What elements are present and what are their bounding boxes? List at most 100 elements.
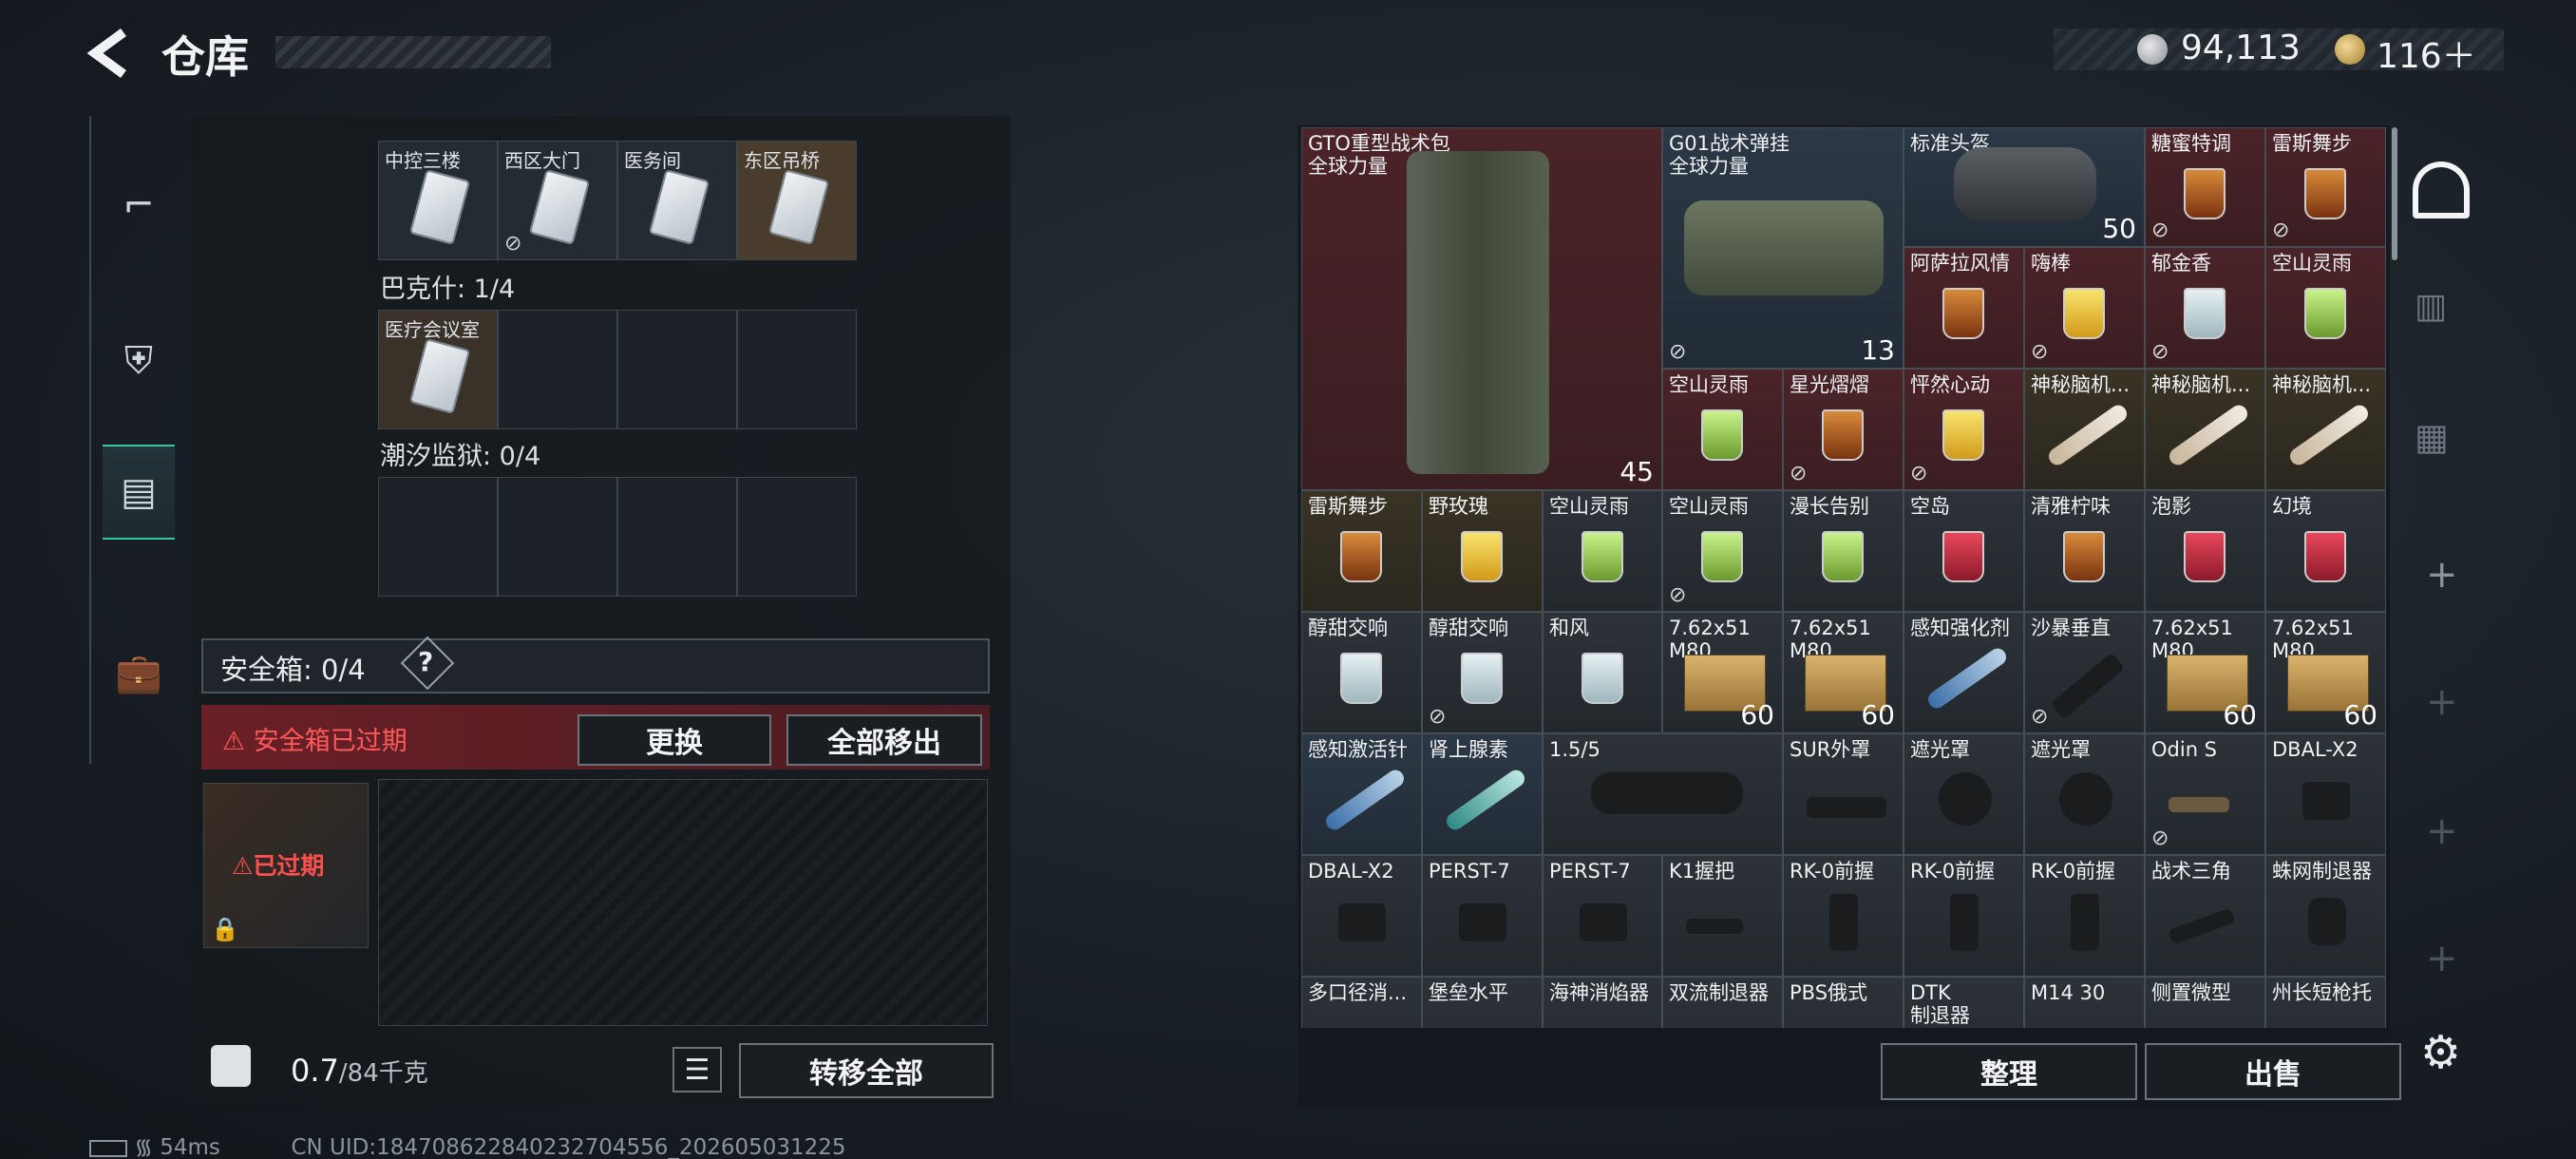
nav-backpack-icon[interactable]: ▤: [103, 445, 175, 540]
list-icon[interactable]: ☰: [672, 1047, 722, 1092]
storage-scrollbar[interactable]: [2392, 127, 2397, 260]
storage-item[interactable]: RK-0前握: [2024, 855, 2145, 977]
wifi-icon: ᯾: [134, 1135, 153, 1159]
storage-tab-icon[interactable]: ▥: [2415, 287, 2447, 326]
keycard-item[interactable]: 医务间: [617, 141, 737, 260]
keycard-item[interactable]: 东区吊桥: [737, 141, 857, 260]
storage-item[interactable]: 空山灵雨: [1662, 369, 1783, 490]
storage-item[interactable]: 怦然心动 ⊘: [1904, 369, 2024, 490]
storage-item[interactable]: 阿萨拉风情: [1904, 247, 2024, 369]
storage-item[interactable]: SUR外罩: [1783, 733, 1904, 855]
empty-slot[interactable]: [737, 477, 857, 597]
storage-item[interactable]: 星光熠熠 ⊘: [1783, 369, 1904, 490]
empty-slot[interactable]: [378, 477, 498, 597]
storage-item[interactable]: 醇甜交响: [1301, 612, 1422, 733]
storage-item[interactable]: 海神消焰器: [1543, 977, 1662, 1028]
storage-item[interactable]: 战术三角: [2145, 855, 2265, 977]
storage-item[interactable]: RK-0前握: [1783, 855, 1904, 977]
empty-slot[interactable]: [617, 477, 737, 597]
storage-item[interactable]: 肾上腺素: [1422, 733, 1543, 855]
empty-slot[interactable]: [617, 310, 737, 429]
storage-item[interactable]: PERST-7: [1422, 855, 1543, 977]
back-arrow-icon[interactable]: [84, 27, 141, 80]
nav-briefcase-icon[interactable]: 💼: [103, 625, 175, 720]
uid-readout: CN UID:184708622840232704556_20260503122…: [291, 1135, 846, 1159]
battery-icon: [89, 1139, 127, 1157]
storage-item[interactable]: 神秘脑机...: [2265, 369, 2386, 490]
transfer-all-button[interactable]: 转移全部: [739, 1043, 994, 1098]
storage-item[interactable]: PBS俄式: [1783, 977, 1904, 1028]
storage-item[interactable]: Odin S ⊘: [2145, 733, 2265, 855]
storage-item[interactable]: 嗨棒 ⊘: [2024, 247, 2145, 369]
keycard-item[interactable]: 中控三楼: [378, 141, 498, 260]
replace-button[interactable]: 更换: [578, 714, 771, 766]
nav-weapon-icon[interactable]: ⌐: [103, 158, 175, 253]
nav-armor-icon[interactable]: ⛨: [103, 314, 175, 408]
empty-slot[interactable]: [737, 310, 857, 429]
storage-item[interactable]: 醇甜交响 ⊘: [1422, 612, 1543, 733]
storage-item[interactable]: 遮光罩: [1904, 733, 2024, 855]
add-tab-icon[interactable]: +: [2426, 680, 2458, 724]
storage-item[interactable]: 1.5/5: [1543, 733, 1783, 855]
storage-item[interactable]: 标准头盔 50: [1904, 127, 2145, 247]
move-all-out-button[interactable]: 全部移出: [786, 714, 982, 766]
storage-item[interactable]: 漫长告别: [1783, 490, 1904, 612]
storage-item[interactable]: GTO重型战术包 全球力量 45: [1301, 127, 1662, 490]
storage-item[interactable]: DBAL-X2: [1301, 855, 1422, 977]
storage-item[interactable]: 蛛网制退器: [2265, 855, 2386, 977]
storage-item[interactable]: 空山灵雨: [2265, 247, 2386, 369]
storage-item[interactable]: K1握把: [1662, 855, 1783, 977]
sell-button[interactable]: 出售: [2145, 1043, 2401, 1100]
coin-icon: [2137, 34, 2168, 65]
storage-item[interactable]: 泡影: [2145, 490, 2265, 612]
storage-item[interactable]: 神秘脑机...: [2024, 369, 2145, 490]
storage-item[interactable]: 遮光罩: [2024, 733, 2145, 855]
storage-item[interactable]: 糖蜜特调 ⊘: [2145, 127, 2265, 247]
storage-item[interactable]: PERST-7: [1543, 855, 1662, 977]
storage-item[interactable]: 郁金香 ⊘: [2145, 247, 2265, 369]
storage-item[interactable]: 空山灵雨: [1543, 490, 1662, 612]
storage-item[interactable]: 雷斯舞步 ⊘: [2265, 127, 2386, 247]
premium-amount[interactable]: 116＋: [2377, 28, 2476, 78]
storage-item[interactable]: 野玫瑰: [1422, 490, 1543, 612]
storage-item[interactable]: 堡垒水平: [1422, 977, 1543, 1028]
gear-icon[interactable]: ⚙: [2420, 1026, 2461, 1079]
premium-currency-icon: [2335, 34, 2365, 65]
empty-slot[interactable]: [498, 310, 617, 429]
storage-item[interactable]: 侧置微型: [2145, 977, 2265, 1028]
status-bar: ᯾ 54ms CN UID:184708622840232704556_2026…: [89, 1130, 846, 1159]
storage-item[interactable]: G01战术弹挂 全球力量 ⊘ 13: [1662, 127, 1904, 369]
storage-item[interactable]: 感知强化剂: [1904, 612, 2024, 733]
safe-box-grid[interactable]: [378, 779, 988, 1026]
add-tab-icon[interactable]: +: [2426, 937, 2458, 980]
add-tab-icon[interactable]: +: [2426, 553, 2458, 597]
storage-item[interactable]: 沙暴垂直 ⊘: [2024, 612, 2145, 733]
storage-item[interactable]: 空岛: [1904, 490, 2024, 612]
storage-item[interactable]: 双流制退器: [1662, 977, 1783, 1028]
storage-item[interactable]: DTK 制退器: [1904, 977, 2024, 1028]
sort-button[interactable]: 整理: [1881, 1043, 2137, 1100]
storage-item[interactable]: 神秘脑机...: [2145, 369, 2265, 490]
storage-item[interactable]: DBAL-X2: [2265, 733, 2386, 855]
storage-item[interactable]: 空山灵雨 ⊘: [1662, 490, 1783, 612]
storage-item[interactable]: 7.62x51 M80 60: [1662, 612, 1783, 733]
keycard-group-label: 潮汐监狱: 0/4: [380, 442, 541, 471]
storage-item[interactable]: 7.62x51 M80 60: [2145, 612, 2265, 733]
storage-item[interactable]: M14 30: [2024, 977, 2145, 1028]
storage-item[interactable]: 清雅柠味: [2024, 490, 2145, 612]
storage-item[interactable]: 7.62x51 M80 60: [1783, 612, 1904, 733]
storage-item[interactable]: 州长短枪托: [2265, 977, 2386, 1028]
storage-item[interactable]: 雷斯舞步: [1301, 490, 1422, 612]
empty-slot[interactable]: [498, 477, 617, 597]
storage-item[interactable]: 幻境: [2265, 490, 2386, 612]
storage-tab-main-icon[interactable]: [2413, 162, 2470, 218]
storage-item[interactable]: 多口径消...: [1301, 977, 1422, 1028]
add-tab-icon[interactable]: +: [2426, 809, 2458, 853]
storage-tab-icon[interactable]: ▦: [2415, 416, 2449, 458]
keycard-item[interactable]: 医疗会议室: [378, 310, 498, 429]
storage-item[interactable]: 感知激活针: [1301, 733, 1422, 855]
keycard-item[interactable]: 西区大门 ⊘: [498, 141, 617, 260]
storage-item[interactable]: 7.62x51 M80 60: [2265, 612, 2386, 733]
storage-item[interactable]: RK-0前握: [1904, 855, 2024, 977]
storage-item[interactable]: 和风: [1543, 612, 1662, 733]
